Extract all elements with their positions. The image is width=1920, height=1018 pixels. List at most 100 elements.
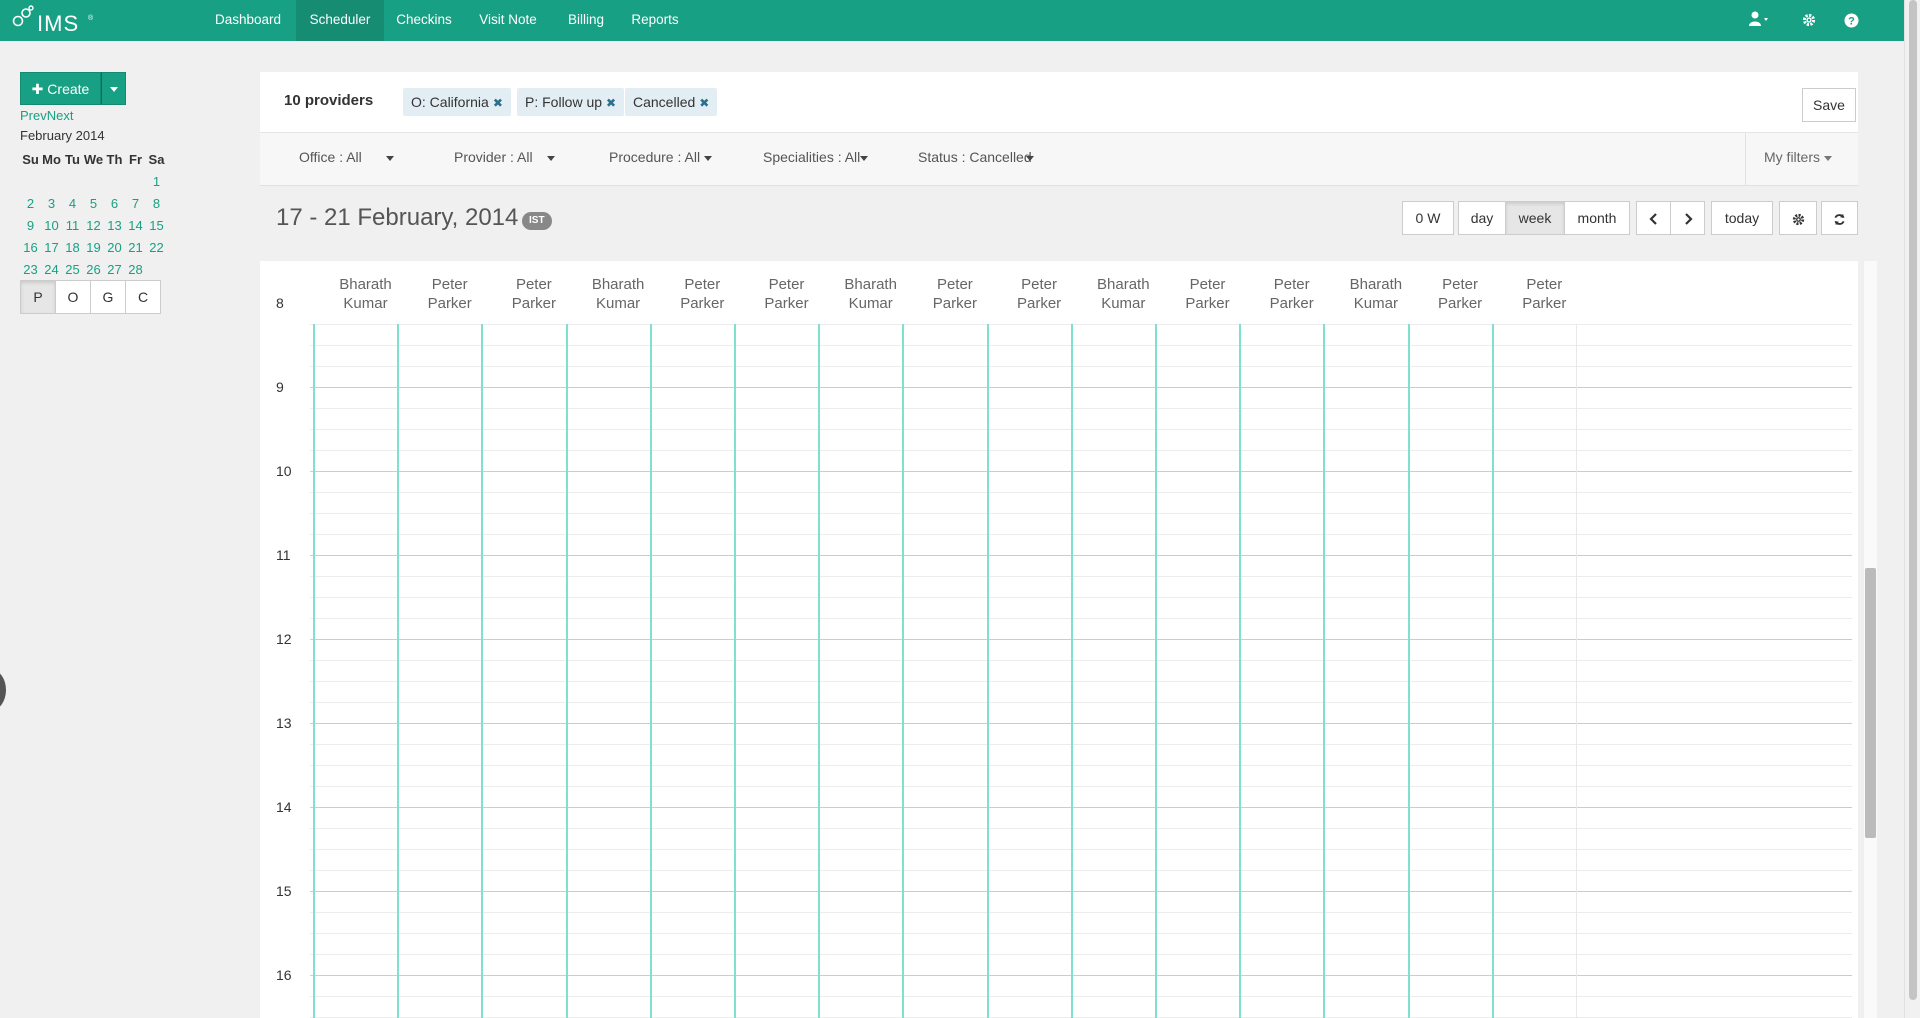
calendar-settings-button[interactable] (1779, 201, 1817, 235)
provider-filter-dropdown[interactable]: Provider : All (454, 149, 555, 165)
column-gridline (397, 324, 400, 1018)
calendar-day[interactable]: 13 (104, 214, 125, 236)
weekday-header: Th (106, 151, 123, 167)
settings-button[interactable] (1798, 10, 1820, 30)
zero-week-button[interactable]: 0 W (1402, 201, 1454, 235)
help-button[interactable]: ? (1840, 10, 1862, 30)
time-grid[interactable]: 8 9 10 11 12 13 14 15 16 (260, 295, 1858, 1018)
office-filter-dropdown[interactable]: Office : All (299, 149, 394, 165)
caret-down-icon (1824, 155, 1832, 161)
calendar-day[interactable]: 20 (104, 236, 125, 258)
view-toggle-g[interactable]: G (90, 280, 126, 314)
next-period-button[interactable] (1670, 201, 1705, 235)
status-filter-dropdown[interactable]: Status : Cancelled (918, 149, 1034, 165)
calendar-day[interactable]: 24 (41, 258, 62, 280)
edge-handle[interactable] (0, 670, 6, 710)
calendar-day[interactable]: 12 (83, 214, 104, 236)
calendar-day[interactable]: 18 (62, 236, 83, 258)
remove-filter-icon[interactable]: ✖ (699, 96, 709, 110)
calendar-day[interactable]: 3 (41, 192, 62, 214)
calendar-day[interactable]: 11 (62, 214, 83, 236)
mini-calendar-prev[interactable]: Prev (20, 108, 47, 123)
slot-gridline (310, 576, 1852, 577)
calendar-day[interactable]: 16 (20, 236, 41, 258)
month-view-button[interactable]: month (1564, 201, 1630, 235)
provider-column-header[interactable]: Peter Parker (1493, 275, 1596, 313)
calendar-day[interactable]: 17 (41, 236, 62, 258)
calendar-day[interactable]: 21 (125, 236, 146, 258)
slot-gridline (310, 492, 1852, 493)
calendar-day[interactable]: 25 (62, 258, 83, 280)
nav-checkins[interactable]: Checkins (386, 0, 462, 41)
calendar-day (104, 170, 125, 192)
mini-calendar-next[interactable]: Next (47, 108, 74, 123)
caret-down-icon (1025, 155, 1034, 161)
calendar-day[interactable]: 10 (41, 214, 62, 236)
calendar-day[interactable]: 7 (125, 192, 146, 214)
save-filters-button[interactable]: Save (1802, 88, 1856, 122)
day-view-button[interactable]: day (1458, 201, 1506, 235)
weekday-header: Mo (42, 151, 61, 167)
remove-filter-icon[interactable]: ✖ (493, 96, 503, 110)
calendar-day[interactable]: 4 (62, 192, 83, 214)
calendar-day[interactable]: 9 (20, 214, 41, 236)
app-logo[interactable]: IMS ® (12, 3, 102, 39)
today-button[interactable]: today (1711, 201, 1773, 235)
page-scrollbar[interactable] (1904, 0, 1920, 1018)
view-toggle-c[interactable]: C (125, 280, 161, 314)
column-gridline (902, 324, 905, 1018)
calendar-day[interactable]: 22 (146, 236, 167, 258)
column-gridline (313, 324, 315, 1018)
calendar-day[interactable]: 15 (146, 214, 167, 236)
calendar-day[interactable]: 5 (83, 192, 104, 214)
calendar-day[interactable]: 28 (125, 258, 146, 280)
grid-scrollbar-thumb[interactable] (1865, 568, 1876, 838)
nav-billing[interactable]: Billing (556, 0, 616, 41)
logo-trademark: ® (88, 15, 94, 22)
my-filters-dropdown[interactable]: My filters (1764, 149, 1832, 165)
calendar-day[interactable]: 2 (20, 192, 41, 214)
slot-gridline (310, 996, 1852, 997)
calendar-day[interactable]: 23 (20, 258, 41, 280)
create-dropdown-toggle[interactable] (101, 72, 126, 105)
calendar-week-row: 16 17 18 19 20 21 22 (20, 236, 167, 258)
remove-filter-icon[interactable]: ✖ (606, 96, 616, 110)
calendar-day (41, 170, 62, 192)
weekday-header: Sa (148, 151, 165, 167)
view-toggle-p[interactable]: P (20, 280, 56, 314)
chevron-left-icon (1648, 213, 1657, 226)
top-navbar: IMS ® Dashboard Scheduler Checkins Visit… (0, 0, 1904, 41)
calendar-day[interactable]: 8 (146, 192, 167, 214)
calendar-day[interactable]: 1 (146, 170, 167, 192)
hour-label: 11 (276, 547, 291, 563)
slot-gridline (310, 450, 1852, 451)
procedure-filter-dropdown[interactable]: Procedure : All (609, 149, 713, 165)
week-view-button[interactable]: week (1505, 201, 1565, 235)
slot-gridline (310, 870, 1852, 871)
user-menu-button[interactable] (1744, 10, 1774, 30)
column-gridline (1407, 324, 1410, 1018)
nav-scheduler[interactable]: Scheduler (296, 0, 384, 41)
page-scrollbar-thumb[interactable] (1909, 0, 1917, 1000)
hour-label: 10 (276, 463, 292, 479)
calendar-day[interactable]: 26 (83, 258, 104, 280)
create-button[interactable]: ✚ Create (20, 72, 101, 105)
previous-period-button[interactable] (1636, 201, 1671, 235)
specialities-filter-dropdown[interactable]: Specialities : All (763, 149, 869, 165)
calendar-day[interactable]: 19 (83, 236, 104, 258)
nav-reports[interactable]: Reports (620, 0, 690, 41)
calendar-day[interactable]: 6 (104, 192, 125, 214)
calendar-day[interactable]: 27 (104, 258, 125, 280)
hour-label: 13 (276, 715, 292, 731)
view-toggle-o[interactable]: O (55, 280, 91, 314)
slot-gridline (310, 408, 1852, 409)
slot-gridline (310, 702, 1852, 703)
nav-visit-note[interactable]: Visit Note (464, 0, 552, 41)
svg-text:?: ? (1848, 16, 1855, 28)
calendar-day[interactable]: 14 (125, 214, 146, 236)
refresh-button[interactable] (1821, 201, 1858, 235)
column-gridline (1070, 324, 1073, 1018)
nav-dashboard[interactable]: Dashboard (202, 0, 294, 41)
caret-down-icon (109, 86, 118, 92)
provider-filter-label: Provider : All (454, 149, 533, 165)
